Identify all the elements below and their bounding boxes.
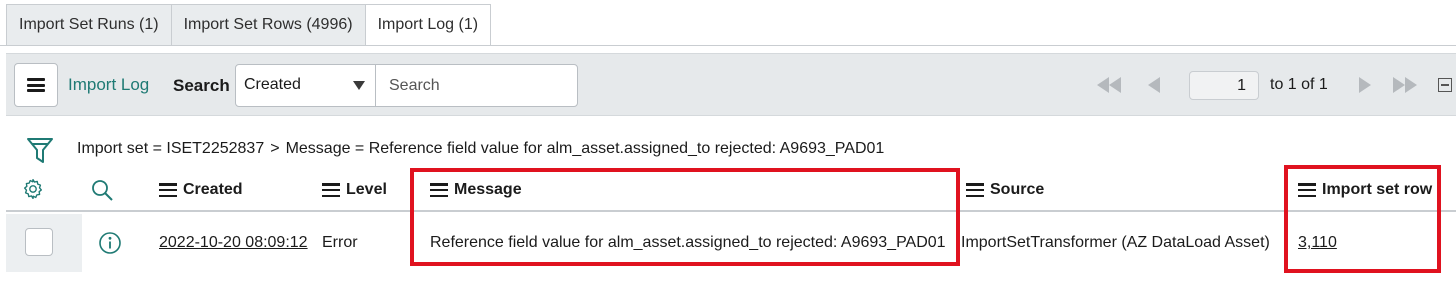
next-page-icon[interactable]: [1359, 77, 1371, 93]
caret-down-icon: [353, 81, 365, 90]
breadcrumb-message[interactable]: Message = Reference field value for alm_…: [286, 140, 885, 157]
gear-icon[interactable]: [22, 178, 44, 200]
search-field-select[interactable]: Created: [235, 64, 376, 107]
page-number-input[interactable]: [1189, 71, 1259, 100]
column-header-source[interactable]: Source: [966, 168, 1044, 212]
list-title[interactable]: Import Log: [68, 75, 149, 95]
first-page-icon[interactable]: [1097, 77, 1109, 93]
last-page-icon-second: [1405, 77, 1417, 93]
search-input[interactable]: [375, 64, 578, 107]
filter-icon[interactable]: [26, 136, 54, 164]
column-menu-icon[interactable]: [966, 183, 984, 197]
column-label: Created: [183, 181, 243, 198]
column-header-created[interactable]: Created: [159, 168, 243, 212]
breadcrumb-separator: >: [270, 140, 280, 157]
cell-created-link[interactable]: 2022-10-20 08:09:12: [159, 214, 308, 272]
collapse-icon[interactable]: [1438, 78, 1452, 92]
last-page-icon[interactable]: [1393, 77, 1405, 93]
column-label: Level: [346, 181, 387, 198]
tab-import-set-runs[interactable]: Import Set Runs (1): [6, 4, 171, 46]
menu-icon: [27, 78, 45, 92]
tab-divider: [0, 45, 1456, 46]
highlight-import-set-row-column: [1284, 165, 1441, 273]
column-header-level[interactable]: Level: [322, 168, 387, 212]
tab-import-set-rows[interactable]: Import Set Rows (4996): [170, 4, 365, 46]
cell-level: Error: [322, 234, 358, 251]
previous-page-icon[interactable]: [1148, 77, 1160, 93]
list-menu-button[interactable]: [14, 63, 58, 107]
breadcrumb-import-set[interactable]: Import set = ISET2252837: [77, 140, 264, 157]
column-menu-icon[interactable]: [159, 183, 177, 197]
row-checkbox[interactable]: [25, 228, 53, 256]
search-field-value: Created: [244, 76, 301, 93]
search-label: Search: [173, 76, 230, 95]
row-selector-cell: [6, 214, 82, 272]
column-label: Source: [990, 181, 1045, 198]
page-count: to 1 of 1: [1270, 76, 1328, 93]
tab-bar: Import Set Runs (1) Import Set Rows (499…: [6, 4, 492, 46]
column-menu-icon[interactable]: [322, 183, 340, 197]
search-icon[interactable]: [90, 178, 114, 202]
list-toolbar: Import Log Search Created to 1 of 1: [6, 53, 1456, 116]
cell-source: ImportSetTransformer (AZ DataLoad Asset): [961, 234, 1270, 251]
tab-import-log[interactable]: Import Log (1): [364, 4, 492, 46]
highlight-message-column: [410, 168, 960, 266]
info-icon[interactable]: [98, 231, 122, 255]
first-page-icon-second: [1109, 77, 1121, 93]
filter-breadcrumb: Import set = ISET2252837 > Message = Refer…: [77, 140, 884, 158]
